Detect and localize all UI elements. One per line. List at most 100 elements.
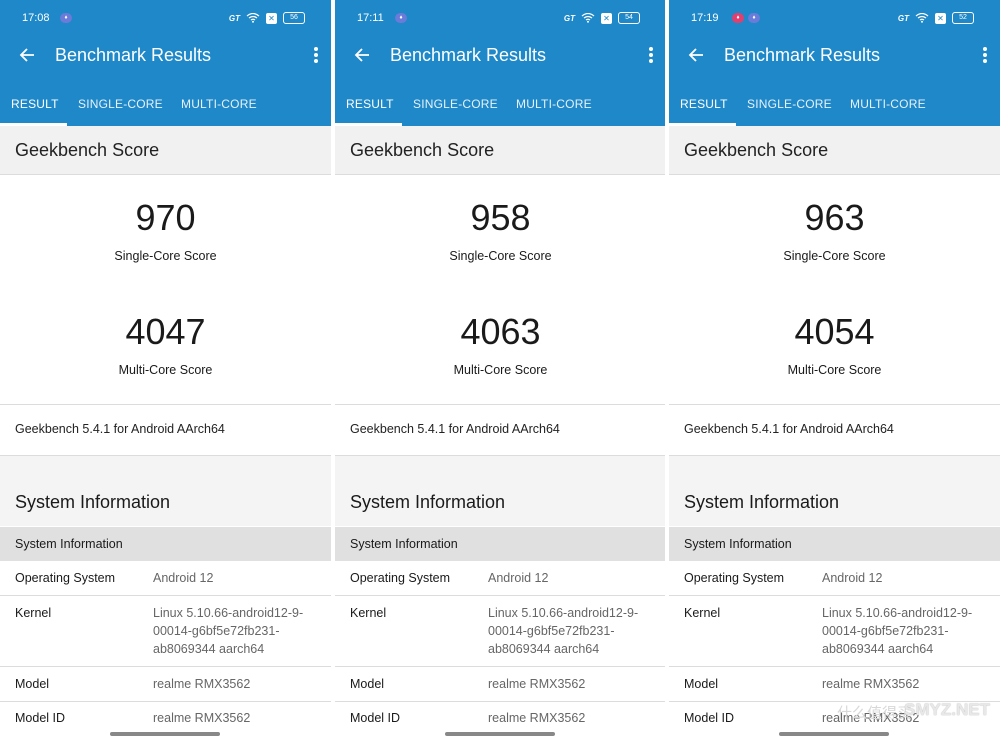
back-arrow-icon[interactable] bbox=[685, 44, 707, 66]
geekbench-score-header: Geekbench Score bbox=[669, 126, 1000, 175]
info-key: Model bbox=[684, 677, 719, 691]
system-information-header: System Information bbox=[0, 476, 331, 526]
version-row: Geekbench 5.4.1 for Android AArch64 bbox=[669, 404, 1000, 456]
info-row-model: Model realme RMX3562 bbox=[335, 667, 666, 702]
tab-bar: RESULT SINGLE-CORE MULTI-CORE bbox=[335, 88, 666, 126]
section-title: Geekbench Score bbox=[684, 140, 829, 160]
page-title: Benchmark Results bbox=[724, 45, 881, 65]
back-arrow-icon[interactable] bbox=[351, 44, 373, 66]
tab-multi-core[interactable]: MULTI-CORE bbox=[850, 97, 926, 111]
overflow-menu-icon[interactable] bbox=[982, 47, 988, 65]
status-bar: 17:08 ♦ GT ✕ 56 bbox=[0, 0, 331, 36]
status-time: 17:11 bbox=[357, 12, 384, 24]
info-value: realme RMX3562 bbox=[488, 677, 586, 691]
info-value: realme RMX3562 bbox=[488, 711, 586, 725]
info-row-os: Operating System Android 12 bbox=[0, 561, 331, 596]
multi-core-score: 4063 bbox=[460, 311, 541, 352]
info-key: Operating System bbox=[15, 571, 116, 585]
screenshot-panel-1: 17:08 ♦ GT ✕ 56 Benchmark Results RESULT… bbox=[0, 0, 331, 741]
sim-icon: ✕ bbox=[266, 12, 277, 24]
version-text: Geekbench 5.4.1 for Android AArch64 bbox=[15, 422, 225, 436]
tab-multi-core[interactable]: MULTI-CORE bbox=[516, 97, 592, 111]
subheader-label: System Information bbox=[15, 537, 123, 551]
geekbench-score-header: Geekbench Score bbox=[335, 126, 666, 175]
spacer bbox=[669, 456, 1000, 476]
info-key: Model bbox=[350, 677, 385, 691]
home-indicator bbox=[445, 732, 555, 736]
info-row-model: Model realme RMX3562 bbox=[0, 667, 331, 702]
watermark-cn: 什么值得买 bbox=[836, 705, 912, 722]
tab-result[interactable]: RESULT bbox=[680, 97, 728, 111]
app-bar: 17:08 ♦ GT ✕ 56 Benchmark Results RESULT… bbox=[0, 0, 331, 126]
battery-icon: 54 bbox=[618, 12, 640, 24]
info-key: Model bbox=[15, 677, 50, 691]
gt-icon: GT bbox=[897, 13, 909, 23]
notification-icon: ♦ bbox=[395, 13, 407, 23]
system-information-header: System Information bbox=[335, 476, 666, 526]
sim-icon: ✕ bbox=[935, 12, 946, 24]
overflow-menu-icon[interactable] bbox=[648, 47, 654, 65]
version-text: Geekbench 5.4.1 for Android AArch64 bbox=[684, 422, 894, 436]
single-core-label: Single-Core Score bbox=[783, 249, 886, 263]
status-time: 17:08 bbox=[22, 12, 50, 24]
watermark: SMYZ.NET bbox=[904, 700, 990, 719]
screenshot-panel-2: 17:11 ♦ GT ✕ 54 Benchmark Results RESULT… bbox=[335, 0, 666, 741]
system-information-title: System Information bbox=[350, 492, 506, 512]
tab-result[interactable]: RESULT bbox=[11, 97, 59, 111]
info-key: Model ID bbox=[350, 711, 401, 725]
info-key: Kernel bbox=[15, 606, 52, 620]
status-icons: GT ✕ 52 bbox=[898, 11, 974, 25]
info-value: Linux 5.10.66-android12-9-00014-g6bf5e72… bbox=[488, 606, 639, 656]
page-title: Benchmark Results bbox=[55, 45, 212, 65]
info-row-os: Operating System Android 12 bbox=[335, 561, 666, 596]
info-key: Model ID bbox=[684, 711, 735, 725]
wifi-icon bbox=[915, 13, 929, 23]
version-text: Geekbench 5.4.1 for Android AArch64 bbox=[350, 422, 560, 436]
home-indicator bbox=[779, 732, 889, 736]
tab-single-core[interactable]: SINGLE-CORE bbox=[413, 97, 498, 111]
info-value: Android 12 bbox=[822, 571, 883, 585]
tab-single-core[interactable]: SINGLE-CORE bbox=[78, 97, 163, 111]
overflow-menu-icon[interactable] bbox=[313, 47, 319, 65]
tab-result[interactable]: RESULT bbox=[346, 97, 394, 111]
subheader-label: System Information bbox=[684, 537, 792, 551]
system-information-header: System Information bbox=[669, 476, 1000, 526]
version-row: Geekbench 5.4.1 for Android AArch64 bbox=[335, 404, 666, 456]
sim-icon: ✕ bbox=[601, 12, 612, 24]
page-title: Benchmark Results bbox=[390, 45, 547, 65]
multi-core-label: Multi-Core Score bbox=[118, 363, 213, 377]
info-row-model: Model realme RMX3562 bbox=[669, 667, 1000, 702]
status-time: 17:19 bbox=[691, 12, 719, 24]
toolbar: Benchmark Results bbox=[0, 36, 331, 76]
single-core-label: Single-Core Score bbox=[449, 249, 552, 263]
wifi-icon bbox=[581, 13, 595, 23]
home-indicator bbox=[110, 732, 220, 736]
tab-single-core[interactable]: SINGLE-CORE bbox=[747, 97, 832, 111]
multi-core-score: 4047 bbox=[125, 311, 206, 352]
spacer bbox=[335, 456, 666, 476]
tab-bar: RESULT SINGLE-CORE MULTI-CORE bbox=[0, 88, 331, 126]
tab-multi-core[interactable]: MULTI-CORE bbox=[181, 97, 257, 111]
single-core-score: 970 bbox=[135, 197, 196, 238]
geekbench-score-header: Geekbench Score bbox=[0, 126, 331, 175]
back-arrow-icon[interactable] bbox=[16, 44, 38, 66]
status-bar: 17:11 ♦ GT ✕ 54 bbox=[335, 0, 666, 36]
info-row-kernel: Kernel Linux 5.10.66-android12-9-00014-g… bbox=[335, 596, 666, 667]
info-value: Linux 5.10.66-android12-9-00014-g6bf5e72… bbox=[153, 606, 304, 656]
battery-icon: 52 bbox=[952, 12, 974, 24]
single-core-score: 958 bbox=[470, 197, 531, 238]
wifi-icon bbox=[246, 13, 260, 23]
gt-icon: GT bbox=[563, 13, 575, 23]
multi-core-label: Multi-Core Score bbox=[787, 363, 882, 377]
info-value: Android 12 bbox=[153, 571, 214, 585]
system-information-subheader: System Information bbox=[335, 527, 666, 561]
info-key: Model ID bbox=[15, 711, 66, 725]
info-key: Operating System bbox=[684, 571, 785, 585]
toolbar: Benchmark Results bbox=[335, 36, 666, 76]
info-value: Linux 5.10.66-android12-9-00014-g6bf5e72… bbox=[822, 606, 973, 656]
info-value: realme RMX3562 bbox=[153, 711, 251, 725]
section-title: Geekbench Score bbox=[15, 140, 160, 160]
app-bar: 17:11 ♦ GT ✕ 54 Benchmark Results RESULT… bbox=[335, 0, 666, 126]
version-row: Geekbench 5.4.1 for Android AArch64 bbox=[0, 404, 331, 456]
info-row-kernel: Kernel Linux 5.10.66-android12-9-00014-g… bbox=[0, 596, 331, 667]
